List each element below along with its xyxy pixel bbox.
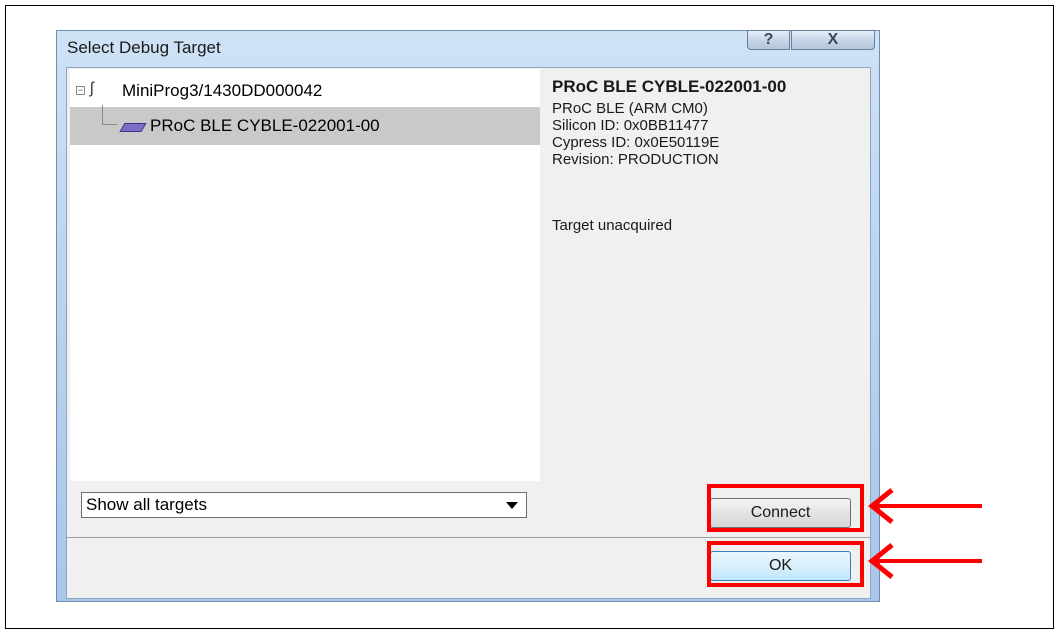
target-info-panel: PRoC BLE CYBLE-022001-00 PRoC BLE (ARM C… — [552, 78, 786, 234]
tree-item-probe[interactable]: MiniProg3/1430DD000042 — [122, 81, 322, 101]
dropdown-arrow-icon[interactable] — [506, 502, 518, 509]
cypress-id: Cypress ID: 0x0E50119E — [552, 134, 720, 151]
footer-separator — [67, 537, 870, 538]
connect-pointer-arrow-icon — [867, 488, 982, 524]
tree-connector — [102, 105, 117, 125]
connect-highlight-box — [707, 484, 864, 532]
ok-highlight-box — [707, 541, 864, 587]
silicon-id: Silicon ID: 0x0BB11477 — [552, 117, 709, 134]
tree-item-target[interactable]: PRoC BLE CYBLE-022001-00 — [70, 107, 540, 145]
dialog-title: Select Debug Target — [67, 38, 221, 57]
ok-pointer-arrow-icon — [867, 543, 982, 579]
revision: Revision: PRODUCTION — [552, 151, 719, 168]
usb-probe-icon: ʃ — [90, 80, 94, 97]
target-info-header: PRoC BLE CYBLE-022001-00 — [552, 77, 787, 96]
target-filter-value: Show all targets — [86, 495, 207, 514]
chip-icon — [119, 123, 147, 132]
tree-collapse-icon[interactable]: − — [76, 86, 85, 95]
close-button[interactable]: X — [791, 30, 875, 50]
help-button[interactable]: ? — [747, 30, 790, 50]
target-status: Target unacquired — [552, 217, 673, 234]
target-family: PRoC BLE (ARM CM0) — [552, 100, 708, 117]
tree-item-target-label: PRoC BLE CYBLE-022001-00 — [150, 116, 380, 135]
target-tree[interactable]: − ʃ MiniProg3/1430DD000042 PRoC BLE CYBL… — [70, 69, 540, 481]
target-filter-select[interactable]: Show all targets — [81, 492, 527, 518]
